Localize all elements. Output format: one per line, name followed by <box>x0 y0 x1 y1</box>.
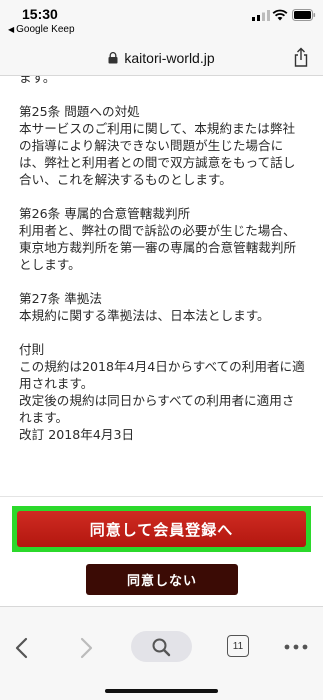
forward-icon[interactable] <box>78 637 94 659</box>
search-button[interactable] <box>131 631 192 662</box>
section-appendix: 付則 この規約は2018年4月4日からすべての利用者に適用されます。 改定後の規… <box>19 341 305 443</box>
appendix-heading: 付則 <box>19 342 45 357</box>
tabs-icon[interactable]: 11 <box>227 635 249 657</box>
appendix-line: 改定後の規約は同日からすべての利用者に適用されます。 <box>19 393 295 425</box>
url-display[interactable]: kaitori-world.jp <box>0 50 323 66</box>
section-heading: 第25条 問題への対処 <box>19 104 140 119</box>
status-time: 15:30 <box>22 6 58 22</box>
share-icon[interactable] <box>293 47 309 67</box>
section-article-25: 第25条 問題への対処 本サービスのご利用に関して、本規約または弊社の指導により… <box>19 103 305 188</box>
section-body: 本規約に関する準拠法は、日本法とします。 <box>19 308 270 323</box>
section-body: 利用者と、弊社の間で訴訟の必要が生じた場合、東京地方裁判所を第一審の専属的合意管… <box>19 223 297 272</box>
section-body: 本サービスのご利用に関して、本規約または弊社の指導により解決できない問題が生じた… <box>19 121 296 187</box>
more-icon[interactable] <box>284 644 308 650</box>
back-app-label: Google Keep <box>16 24 75 35</box>
back-triangle-icon: ◀ <box>8 25 15 34</box>
search-icon <box>152 638 171 657</box>
url-text: kaitori-world.jp <box>124 50 215 66</box>
agree-button-highlight: 同意して会員登録へ <box>12 506 311 552</box>
appendix-line: この規約は2018年4月4日からすべての利用者に適用されます。 <box>19 359 305 391</box>
signal-icon <box>252 10 270 21</box>
agree-register-button[interactable]: 同意して会員登録へ <box>17 511 306 547</box>
section-heading: 第26条 専属的合意管轄裁判所 <box>19 206 191 221</box>
url-bar[interactable]: kaitori-world.jp <box>0 40 323 76</box>
section-article-26: 第26条 専属的合意管轄裁判所 利用者と、弊社の間で訴訟の必要が生じた場合、東京… <box>19 205 305 273</box>
home-indicator[interactable] <box>105 689 218 693</box>
browser-toolbar: 11 <box>0 606 323 700</box>
tab-count: 11 <box>232 640 244 652</box>
section-heading: 第27条 準拠法 <box>19 291 102 306</box>
back-to-app-link[interactable]: ◀ Google Keep <box>8 24 75 35</box>
lock-icon <box>108 52 118 64</box>
battery-icon <box>292 9 316 21</box>
action-area: 同意して会員登録へ 同意しない <box>0 496 323 606</box>
clipped-text-line: ます。 <box>19 76 56 85</box>
terms-content[interactable]: ます。 第25条 問題への対処 本サービスのご利用に関して、本規約または弊社の指… <box>0 76 323 496</box>
status-bar: 15:30 ◀ Google Keep <box>0 0 323 40</box>
back-icon[interactable] <box>14 637 30 659</box>
disagree-button[interactable]: 同意しない <box>86 564 238 595</box>
wifi-icon <box>272 9 288 21</box>
revision-date: 改訂 2018年4月3日 <box>19 427 135 442</box>
section-article-27: 第27条 準拠法 本規約に関する準拠法は、日本法とします。 <box>19 290 305 324</box>
